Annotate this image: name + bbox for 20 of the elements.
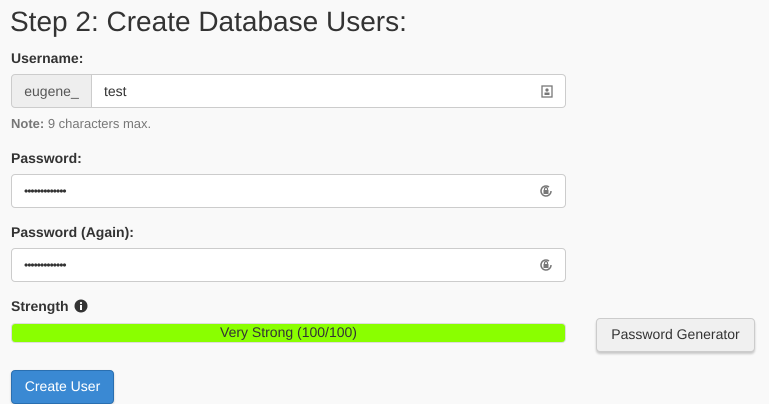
password-field[interactable]: ••••••••••••• <box>11 248 566 282</box>
username-value: test <box>104 82 128 100</box>
password-dots: ••••••••••••• <box>24 182 67 200</box>
field-label: Password: <box>11 148 83 168</box>
lock-refresh-icon <box>539 184 553 198</box>
password-generator-button[interactable]: Password Generator <box>596 318 755 352</box>
lock-refresh-icon <box>539 258 553 272</box>
username-field[interactable]: test <box>92 74 566 108</box>
strength-reading: Very Strong (100/100) <box>219 324 358 342</box>
password-field[interactable]: ••••••••••••• <box>11 174 566 208</box>
page-title: Step 2: Create Database Users: <box>10 5 408 39</box>
info-icon <box>74 299 88 313</box>
username-prefix: eugene_ <box>11 74 92 108</box>
password-dots: ••••••••••••• <box>24 256 67 274</box>
field-label: Username: <box>11 49 84 68</box>
field-label: Password (Again): <box>11 222 135 242</box>
create-user-button[interactable]: Create User <box>11 370 114 404</box>
contact-card-icon <box>541 84 553 98</box>
note-text: Note: 9 characters max. <box>11 115 152 133</box>
strength-label: Strength <box>11 296 69 316</box>
